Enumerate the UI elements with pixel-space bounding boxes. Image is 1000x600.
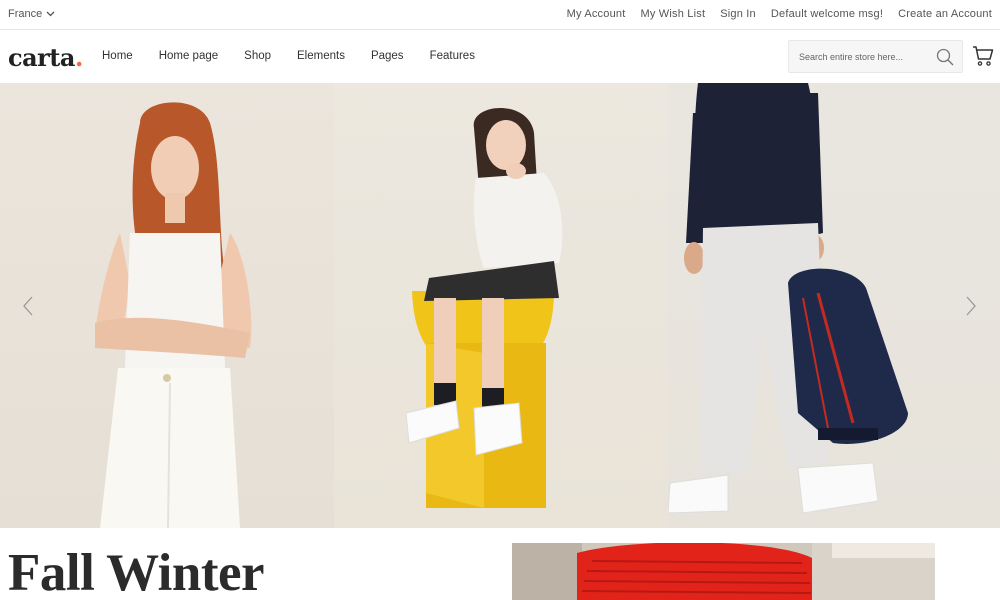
country-label: France xyxy=(8,8,43,20)
nav-item-home[interactable]: Home xyxy=(102,50,133,62)
top-links: My Account My Wish List Sign In Default … xyxy=(552,8,992,20)
welcome-message: Default welcome msg! xyxy=(770,8,884,20)
sign-in-link[interactable]: Sign In xyxy=(720,8,756,20)
country-selector[interactable]: France xyxy=(8,8,55,20)
search-input[interactable] xyxy=(799,49,929,65)
cart-icon[interactable] xyxy=(972,45,994,67)
nav-item-pages[interactable]: Pages xyxy=(371,50,404,62)
hero-slider xyxy=(0,83,1000,528)
nav-item-home-page[interactable]: Home page xyxy=(159,50,218,62)
my-wish-list-link[interactable]: My Wish List xyxy=(640,8,705,20)
nav-item-shop[interactable]: Shop xyxy=(244,50,271,62)
site-logo[interactable]: carta. xyxy=(8,43,83,72)
nav-item-elements[interactable]: Elements xyxy=(297,50,345,62)
create-account-link[interactable]: Create an Account xyxy=(898,8,992,20)
logo-dot: . xyxy=(74,43,83,72)
slider-prev-arrow-icon[interactable] xyxy=(21,295,35,317)
promo-image-red-knit[interactable] xyxy=(512,543,935,600)
slider-next-arrow-icon[interactable] xyxy=(964,295,978,317)
my-account-link[interactable]: My Account xyxy=(567,8,626,20)
top-bar: France My Account My Wish List Sign In D… xyxy=(0,0,1000,30)
main-header: carta. Home Home page Shop Elements Page… xyxy=(0,31,1000,83)
hero-image-man[interactable] xyxy=(668,83,1000,528)
search-icon[interactable] xyxy=(936,48,954,66)
nav-item-features[interactable]: Features xyxy=(430,50,475,62)
man-illustration xyxy=(668,83,908,514)
hero-image-girl[interactable] xyxy=(334,83,668,528)
logo-text: carta xyxy=(8,43,75,72)
woman-illustration xyxy=(95,102,252,528)
main-nav: Home Home page Shop Elements Pages Featu… xyxy=(102,50,501,62)
girl-illustration xyxy=(405,108,563,508)
red-knit-illustration xyxy=(512,543,935,600)
chevron-down-icon xyxy=(46,11,55,17)
hero-image-woman[interactable] xyxy=(0,83,334,528)
promo-title: Fall Winter xyxy=(8,544,265,600)
search-box xyxy=(788,40,963,73)
